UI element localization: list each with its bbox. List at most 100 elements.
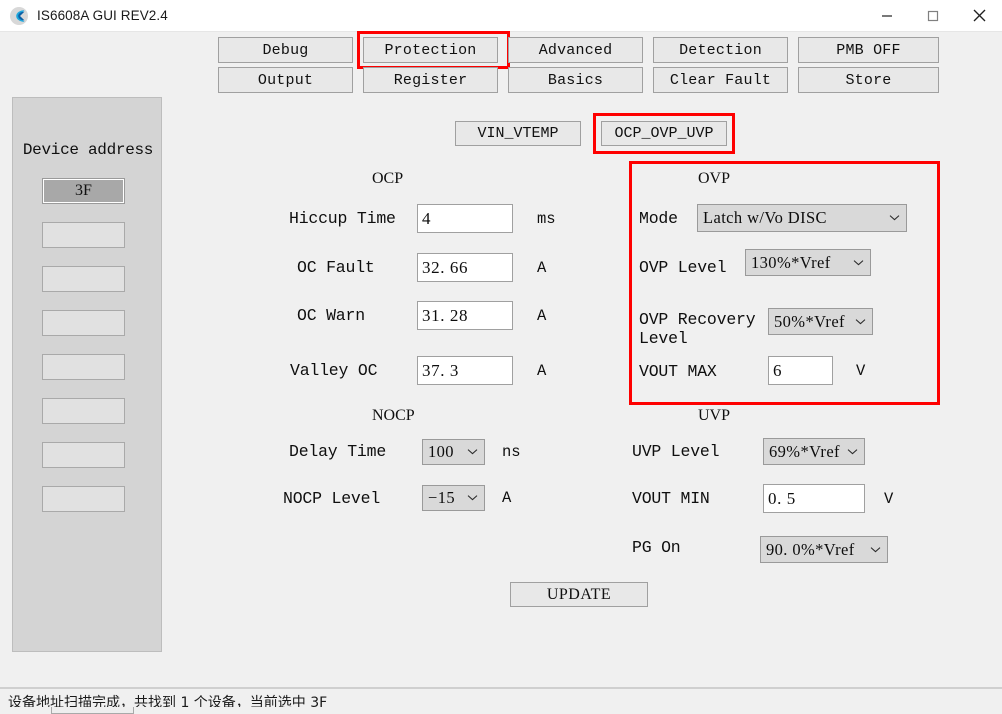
dropdown-delay-time-value: 100 — [428, 442, 454, 462]
window-title: IS6608A GUI REV2.4 — [37, 8, 168, 23]
input-oc-warn[interactable]: 31. 28 — [417, 301, 513, 330]
dropdown-ovp-mode-value: Latch w/Vo DISC — [703, 208, 827, 228]
dropdown-ovp-recovery-level[interactable]: 50%*Vref — [768, 308, 873, 335]
toolbar-slot-detection: Detection — [653, 37, 788, 63]
toolbar-button-protection[interactable]: Protection — [363, 37, 498, 63]
label-delay-time: Delay Time — [289, 442, 386, 461]
dropdown-nocp-level-value: −15 — [428, 488, 455, 508]
input-vout-min[interactable]: 0. 5 — [763, 484, 865, 513]
window-controls — [864, 0, 1002, 31]
toolbar-row-1: Debug Protection Advanced Detection PMB … — [218, 37, 942, 63]
label-ovp-recovery-level: OVP Recovery Level — [639, 310, 755, 348]
input-valley-oc[interactable]: 37. 3 — [417, 356, 513, 385]
device-address-item-0[interactable]: 3F — [42, 178, 125, 204]
unit-hiccup-time: ms — [537, 210, 556, 228]
toolbar-slot-advanced: Advanced — [508, 37, 643, 63]
label-nocp-level: NOCP Level — [283, 489, 380, 508]
group-title-nocp: NOCP — [372, 407, 415, 425]
toolbar-button-basics[interactable]: Basics — [508, 67, 643, 93]
label-oc-fault: OC Fault — [297, 258, 375, 277]
device-address-item-7[interactable] — [42, 486, 125, 512]
toolbar-row-2: Output Register Basics Clear Fault Store — [218, 67, 942, 93]
toolbar-button-clear-fault[interactable]: Clear Fault — [653, 67, 788, 93]
group-title-ovp: OVP — [698, 170, 730, 188]
device-address-item-6[interactable] — [42, 442, 125, 468]
sidebar-title: Device address — [19, 141, 157, 159]
device-address-item-2[interactable] — [42, 266, 125, 292]
group-title-uvp: UVP — [698, 407, 730, 425]
label-ovp-level: OVP Level — [639, 258, 726, 277]
dropdown-pg-on[interactable]: 90. 0%*Vref — [760, 536, 888, 563]
toolbar-button-output[interactable]: Output — [218, 67, 353, 93]
group-title-ocp: OCP — [372, 170, 403, 188]
subtab-slot-vin-vtemp: VIN_VTEMP — [455, 121, 581, 146]
label-oc-warn: OC Warn — [297, 306, 365, 325]
chevron-down-icon — [467, 494, 478, 501]
status-bar: 设备地址扫描完成，共找到 1 个设备，当前选中 3F — [0, 688, 1002, 707]
input-vout-max[interactable]: 6 — [768, 356, 833, 385]
main-toolbar: Debug Protection Advanced Detection PMB … — [218, 37, 942, 97]
title-bar: IS6608A GUI REV2.4 — [0, 0, 1002, 32]
dropdown-pg-on-value: 90. 0%*Vref — [766, 540, 855, 560]
close-button[interactable] — [956, 0, 1002, 31]
chevron-down-icon — [467, 448, 478, 455]
dropdown-ovp-level-value: 130%*Vref — [751, 253, 831, 273]
toolbar-slot-store: Store — [798, 67, 939, 93]
toolbar-button-pmb-off[interactable]: PMB OFF — [798, 37, 939, 63]
status-bar-text: 设备地址扫描完成，共找到 1 个设备，当前选中 3F — [8, 692, 327, 707]
unit-nocp-level: A — [502, 489, 511, 507]
dropdown-ovp-level[interactable]: 130%*Vref — [745, 249, 871, 276]
toolbar-button-detection[interactable]: Detection — [653, 37, 788, 63]
app-logo-icon — [9, 6, 29, 26]
toolbar-slot-output: Output — [218, 67, 353, 93]
toolbar-button-register[interactable]: Register — [363, 67, 498, 93]
minimize-button[interactable] — [864, 0, 910, 31]
label-vout-min: VOUT MIN — [632, 489, 710, 508]
tab-ocp-ovp-uvp[interactable]: OCP_OVP_UVP — [601, 121, 727, 146]
chevron-down-icon — [855, 318, 866, 325]
label-uvp-level: UVP Level — [632, 442, 719, 461]
device-address-item-4[interactable] — [42, 354, 125, 380]
toolbar-button-store[interactable]: Store — [798, 67, 939, 93]
unit-vout-min: V — [884, 490, 893, 508]
chevron-down-icon — [870, 546, 881, 553]
label-valley-oc: Valley OC — [290, 361, 377, 380]
subtab-slot-ocp-ovp-uvp: OCP_OVP_UVP — [601, 121, 727, 146]
label-vout-max: VOUT MAX — [639, 362, 717, 381]
chevron-down-icon — [889, 214, 900, 221]
device-address-item-3[interactable] — [42, 310, 125, 336]
toolbar-slot-clear-fault: Clear Fault — [653, 67, 788, 93]
toolbar-slot-basics: Basics — [508, 67, 643, 93]
dropdown-delay-time[interactable]: 100 — [422, 439, 485, 465]
tab-vin-vtemp[interactable]: VIN_VTEMP — [455, 121, 581, 146]
chevron-down-icon — [847, 448, 858, 455]
label-pg-on: PG On — [632, 538, 681, 557]
label-ovp-mode: Mode — [639, 209, 678, 228]
unit-delay-time: ns — [502, 443, 521, 461]
device-address-item-1[interactable] — [42, 222, 125, 248]
toolbar-button-debug[interactable]: Debug — [218, 37, 353, 63]
update-button[interactable]: UPDATE — [510, 582, 648, 607]
unit-oc-fault: A — [537, 259, 546, 277]
dropdown-ovp-recovery-level-value: 50%*Vref — [774, 312, 845, 332]
label-hiccup-time: Hiccup Time — [289, 209, 396, 228]
maximize-button[interactable] — [910, 0, 956, 31]
unit-valley-oc: A — [537, 362, 546, 380]
dropdown-ovp-mode[interactable]: Latch w/Vo DISC — [697, 204, 907, 232]
dropdown-uvp-level-value: 69%*Vref — [769, 442, 840, 462]
dropdown-nocp-level[interactable]: −15 — [422, 485, 485, 511]
toolbar-slot-protection: Protection — [363, 37, 498, 63]
device-address-list: 3F — [42, 178, 125, 512]
input-hiccup-time[interactable]: 4 — [417, 204, 513, 233]
input-oc-fault[interactable]: 32. 66 — [417, 253, 513, 282]
toolbar-slot-pmb-off: PMB OFF — [798, 37, 939, 63]
device-address-item-5[interactable] — [42, 398, 125, 424]
toolbar-button-advanced[interactable]: Advanced — [508, 37, 643, 63]
toolbar-slot-register: Register — [363, 67, 498, 93]
device-address-sidebar: Device address 3F SCAN — [12, 97, 162, 652]
toolbar-slot-debug: Debug — [218, 37, 353, 63]
sub-tab-bar: VIN_VTEMP OCP_OVP_UVP — [455, 121, 727, 146]
dropdown-uvp-level[interactable]: 69%*Vref — [763, 438, 865, 465]
unit-oc-warn: A — [537, 307, 546, 325]
unit-vout-max: V — [856, 362, 865, 380]
